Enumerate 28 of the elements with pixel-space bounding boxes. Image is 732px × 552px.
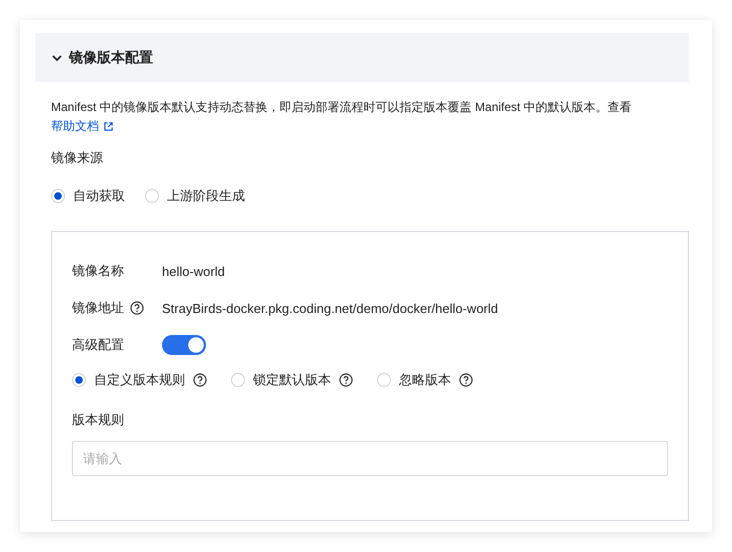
radio-button[interactable] [72,373,86,387]
radio-option[interactable]: 锁定默认版本 [231,371,353,389]
radio-button[interactable] [145,189,159,203]
field-label: 高级配置 [72,336,124,354]
external-link-icon[interactable] [103,121,114,132]
input-field[interactable]: 请输入 [72,441,668,476]
field-value: hello-world [162,264,225,278]
radio-option[interactable]: 自动获取 [51,187,125,205]
field-label: 镜像来源 [51,149,104,167]
help-icon[interactable] [459,373,473,387]
description-text: Manifest 中的镜像版本默认支持动态替换，即启动部署流程时可以指定版本覆盖 Manifest 中的默认版本。查看 帮助文档 [51,98,651,136]
radio-button[interactable] [51,189,65,203]
field-label: 版本规则 [72,411,125,429]
field-label: 镜像地址 [72,299,124,317]
field-value: StrayBirds-docker.pkg.coding.net/demo/docker/hello-world [162,300,498,316]
radio-option[interactable]: 上游阶段生成 [145,187,245,205]
radio-option[interactable]: 忽略版本 [377,371,473,389]
radio-button[interactable] [231,373,245,387]
section-title: 镜像版本配置 [69,48,153,66]
section-header[interactable]: 镜像版本配置 [35,33,689,82]
help-icon[interactable] [339,373,353,387]
help-icon[interactable] [193,373,207,387]
field-label: 镜像名称 [72,262,124,280]
toggle-switch[interactable] [162,335,206,355]
radio-button[interactable] [377,373,391,387]
help-link[interactable]: 帮助文档 [51,117,114,136]
radio-option[interactable]: 自定义版本规则 [72,371,207,389]
help-icon[interactable] [130,301,144,315]
